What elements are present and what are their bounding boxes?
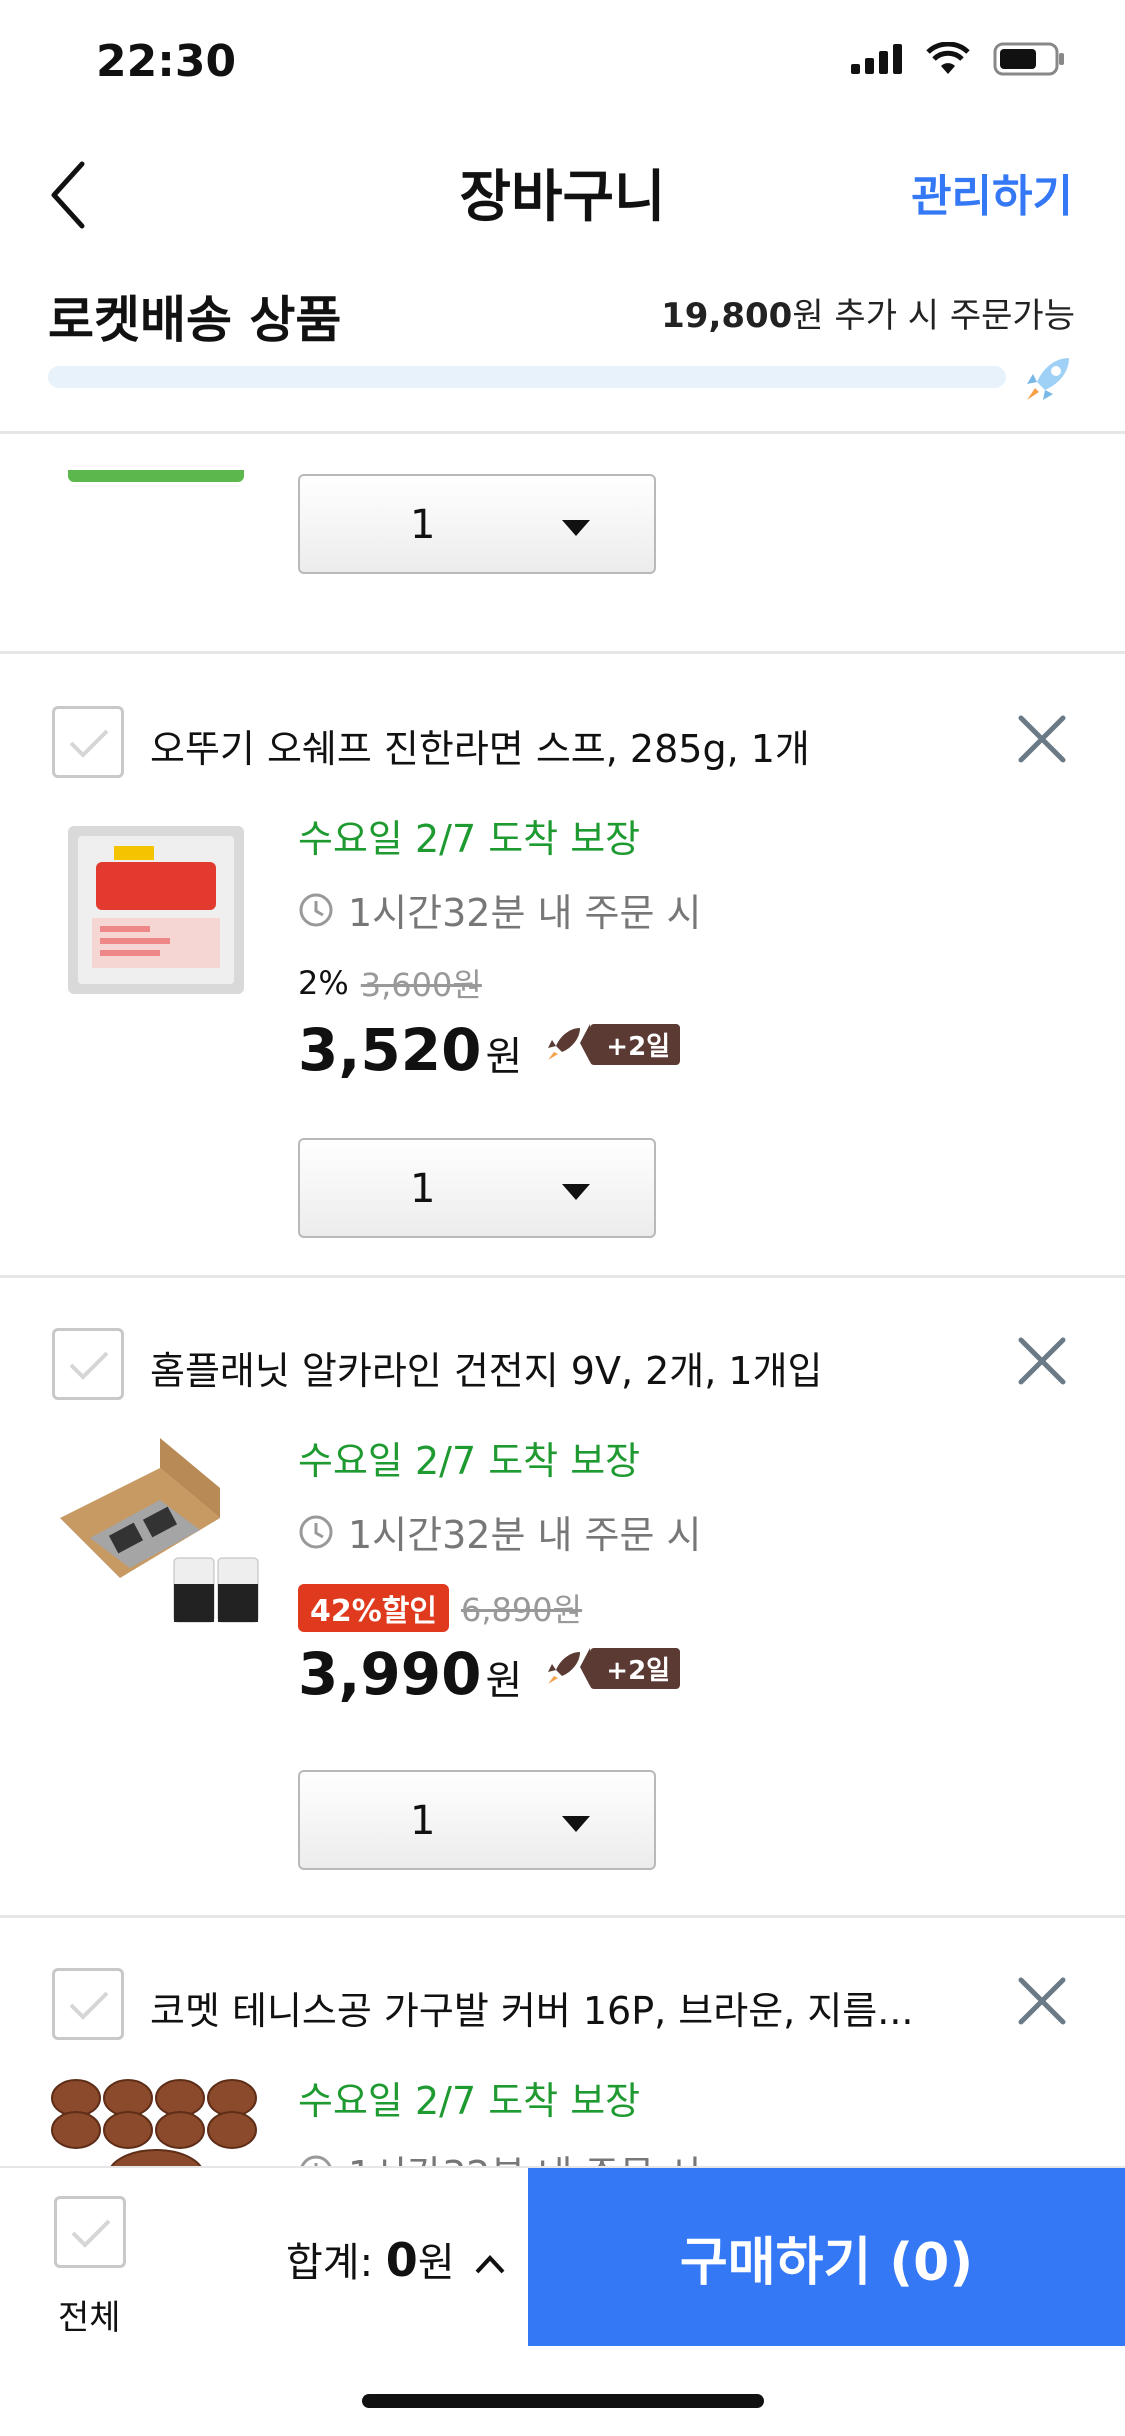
- discount-badge: 42%할인: [298, 1584, 450, 1632]
- order-cutoff: 1시간32분 내 주문 시: [298, 1504, 702, 1559]
- min-order-note: 19,800원 추가 시 주문가능: [661, 288, 1075, 337]
- order-cutoff: 1시간32분 내 주문 시: [298, 2144, 702, 2166]
- rocket-delivery-label: 로켓배송 상품: [48, 291, 342, 349]
- quantity-value: 1: [410, 1166, 436, 1212]
- total-amount[interactable]: 합계: 0원: [286, 2230, 507, 2288]
- original-price: 6,890원: [461, 1591, 583, 1629]
- clock-icon: [299, 893, 333, 926]
- dropdown-arrow-icon: [562, 520, 590, 536]
- purchase-button[interactable]: 구매하기 (0): [528, 2168, 1125, 2346]
- cart-list: 1 오뚜기 오쉐프 진한라면 스프, 285g, 1개 수요일 2/7 도착 보: [0, 434, 1125, 2166]
- remove-item-icon[interactable]: [1015, 1974, 1069, 2028]
- delivery-guarantee: 수요일 2/7 도착 보장: [298, 2079, 641, 2123]
- item-checkbox[interactable]: [52, 706, 124, 778]
- signal-icon: [851, 44, 902, 74]
- sale-price-value: 3,520: [298, 1016, 482, 1084]
- item-checkbox[interactable]: [52, 1328, 124, 1400]
- remove-item-icon[interactable]: [1015, 1334, 1069, 1388]
- order-cutoff-text: 1시간32분 내 주문 시: [348, 1513, 702, 1557]
- wifi-icon: [926, 42, 970, 74]
- total-prefix: 합계:: [286, 2240, 386, 2286]
- delivery-guarantee: 수요일 2/7 도착 보장: [298, 817, 641, 861]
- product-thumbnail-partial: [68, 470, 244, 482]
- battery-box-image: [60, 1438, 259, 1623]
- item-checkbox[interactable]: [52, 1968, 124, 2040]
- rocket-icon: [1027, 358, 1069, 400]
- quantity-value: 1: [410, 502, 436, 548]
- quantity-select[interactable]: 1: [298, 1770, 656, 1870]
- quantity-value: 1: [410, 1798, 436, 1844]
- clock-icon: [300, 2155, 332, 2166]
- cart-item: 오뚜기 오쉐프 진한라면 스프, 285g, 1개 수요일 2/7 도착 보장 …: [0, 656, 1125, 1278]
- rocket-delivery-banner: 로켓배송 상품 19,800원 추가 시 주문가능: [0, 262, 1125, 434]
- product-name[interactable]: 코멧 테니스공 가구발 커버 16P, 브라운, 지름...: [150, 1980, 914, 2035]
- extra-days-tag: +2일: [580, 1023, 681, 1065]
- status-bar: 22:30: [0, 0, 1125, 130]
- check-icon: [69, 1991, 109, 2020]
- sale-price: 3,520 원 +2일: [298, 1016, 681, 1084]
- product-thumbnail[interactable]: [56, 806, 256, 1006]
- status-time: 22:30: [96, 36, 237, 87]
- dropdown-arrow-icon: [562, 1184, 590, 1200]
- currency-unit: 원: [485, 1658, 523, 1704]
- home-indicator: [362, 2394, 764, 2408]
- sale-price-value: 3,990: [298, 1640, 482, 1708]
- check-icon: [69, 1351, 109, 1380]
- soup-package-image: [68, 826, 244, 994]
- price-discount-row: 42%할인 6,890원: [298, 1584, 582, 1632]
- quantity-select[interactable]: 1: [298, 474, 656, 574]
- check-icon: [69, 729, 109, 758]
- dropdown-arrow-icon: [562, 1816, 590, 1832]
- quantity-select[interactable]: 1: [298, 1138, 656, 1238]
- select-all-label: 전체: [58, 2298, 121, 2338]
- total-value: 0: [385, 2233, 418, 2287]
- nav-bar: 장바구니 관리하기: [0, 130, 1125, 260]
- check-icon: [71, 2219, 111, 2248]
- cart-item: 코멧 테니스공 가구발 커버 16P, 브라운, 지름... 수요일 2/7 도…: [0, 1918, 1125, 2166]
- product-name[interactable]: 홈플래닛 알카라인 건전지 9V, 2개, 1개입: [150, 1340, 823, 1395]
- product-thumbnail[interactable]: [46, 2068, 266, 2166]
- manage-button[interactable]: 관리하기: [911, 160, 1073, 224]
- product-name[interactable]: 오뚜기 오쉐프 진한라면 스프, 285g, 1개: [150, 718, 810, 773]
- original-price: 3,600원: [360, 966, 482, 1004]
- delivery-guarantee: 수요일 2/7 도착 보장: [298, 1439, 641, 1483]
- cart-item-partial: 1: [0, 434, 1125, 654]
- discount-rate: 2%: [298, 964, 349, 1002]
- order-cutoff-text: 1시간32분 내 주문 시: [348, 891, 702, 935]
- remove-item-icon[interactable]: [1015, 712, 1069, 766]
- min-order-amount: 19,800: [661, 296, 793, 336]
- product-thumbnail[interactable]: [50, 1428, 264, 1628]
- min-order-progress-bar: [48, 366, 1006, 388]
- extra-days-tag: +2일: [580, 1647, 681, 1689]
- cart-item: 홈플래닛 알카라인 건전지 9V, 2개, 1개입 수요일 2/7 도착 보장 …: [0, 1278, 1125, 1918]
- sale-price: 3,990 원 +2일: [298, 1640, 681, 1708]
- battery-icon: [993, 42, 1064, 76]
- furniture-cover-image: [51, 2079, 257, 2166]
- rocket-icon: [548, 1652, 581, 1684]
- rocket-delivery-tag: +2일: [544, 1647, 681, 1689]
- clock-icon: [299, 1515, 333, 1548]
- total-suffix: 원: [417, 2240, 455, 2286]
- status-icons: [851, 42, 1065, 76]
- rocket-icon: [548, 1028, 581, 1060]
- price-discount-row: 2% 3,600원: [298, 960, 482, 1006]
- rocket-delivery-tag: +2일: [544, 1023, 681, 1065]
- order-cutoff-text: 1시간32분 내 주문 시: [348, 2144, 702, 2166]
- select-all-checkbox[interactable]: [54, 2196, 126, 2268]
- chevron-up-icon[interactable]: [473, 2252, 507, 2276]
- currency-unit: 원: [485, 1034, 523, 1080]
- order-cutoff: 1시간32분 내 주문 시: [298, 882, 702, 937]
- min-order-suffix: 원 추가 시 주문가능: [792, 296, 1075, 336]
